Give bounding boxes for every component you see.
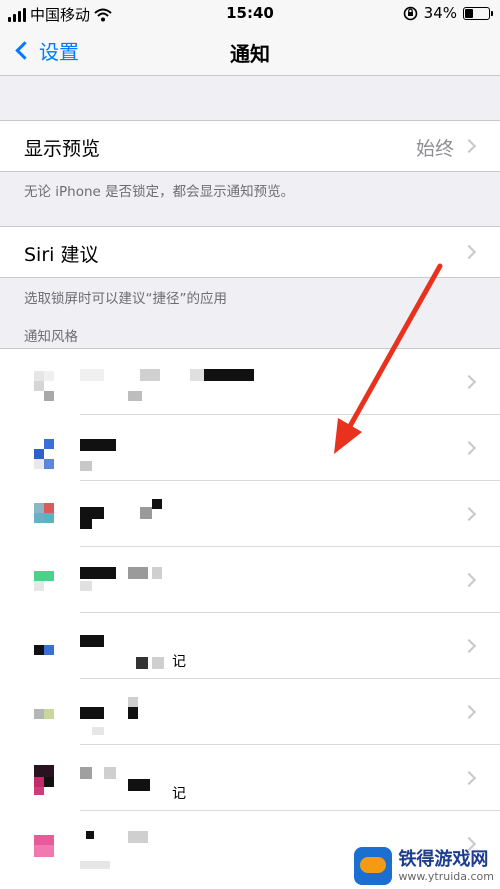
watermark-url: www.ytruida.com [398,869,494,883]
annotation-arrow [334,263,443,454]
watermark-title: 铁得游戏网 [398,848,489,870]
watermark: 铁得游戏网 www.ytruida.com [354,847,494,885]
watermark-logo-icon [354,847,393,885]
